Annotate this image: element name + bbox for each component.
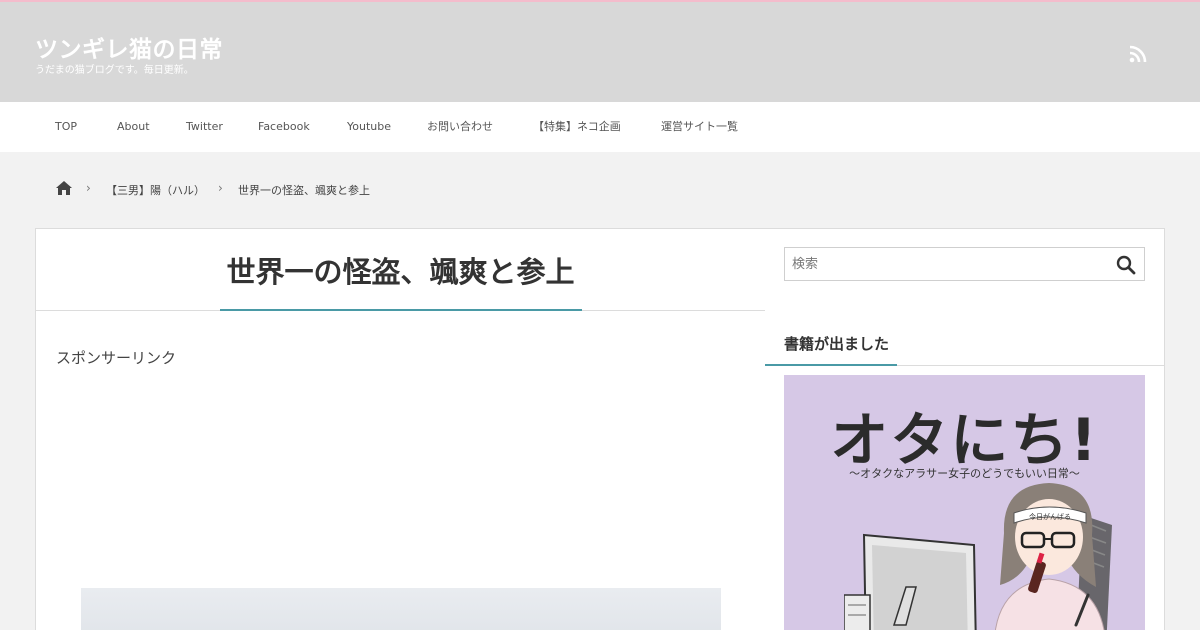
search-box bbox=[784, 247, 1145, 281]
sidebar: 書籍が出ました オタにち! 〜オタクなアラサー女子のどうでもいい日常〜 今日がん… bbox=[765, 228, 1165, 630]
post-title: 世界一の怪盗、颯爽と参上 bbox=[226, 255, 575, 289]
article: 世界一の怪盗、颯爽と参上 スポンサーリンク bbox=[35, 228, 766, 630]
breadcrumb-separator: › bbox=[218, 181, 223, 195]
site-title[interactable]: ツンギレ猫の日常 bbox=[35, 30, 223, 64]
search-input[interactable] bbox=[785, 248, 1105, 280]
rss-icon[interactable] bbox=[1128, 44, 1148, 64]
site-header: ツンギレ猫の日常 うだまの猫ブログです。毎日更新。 bbox=[0, 0, 1200, 102]
headband-text: 今日がんばる bbox=[1029, 512, 1071, 521]
global-nav: TOP About Twitter Facebook Youtube お問い合わ… bbox=[0, 102, 1200, 152]
widget-underline bbox=[765, 364, 897, 366]
book-cover[interactable]: オタにち! 〜オタクなアラサー女子のどうでもいい日常〜 今日がんばる bbox=[784, 375, 1145, 630]
nav-item-about[interactable]: About bbox=[117, 102, 150, 152]
nav-item-twitter[interactable]: Twitter bbox=[186, 102, 223, 152]
breadcrumb-category[interactable]: 【三男】陽（ハル） bbox=[106, 182, 205, 198]
site-description: うだまの猫ブログです。毎日更新。 bbox=[35, 65, 194, 76]
book-illustration: 今日がんばる bbox=[844, 483, 1112, 630]
nav-item-youtube[interactable]: Youtube bbox=[347, 102, 391, 152]
home-icon[interactable] bbox=[55, 180, 73, 196]
nav-item-feature[interactable]: 【特集】ネコ企画 bbox=[533, 102, 621, 152]
article-header: 世界一の怪盗、颯爽と参上 bbox=[36, 229, 765, 311]
breadcrumb-current: 世界一の怪盗、颯爽と参上 bbox=[238, 184, 370, 197]
search-icon[interactable] bbox=[1116, 255, 1136, 275]
sponsor-label: スポンサーリンク bbox=[56, 349, 177, 367]
nav-item-sites[interactable]: 運営サイト一覧 bbox=[661, 102, 738, 152]
widget-title: 書籍が出ました bbox=[784, 335, 890, 353]
title-underline bbox=[220, 309, 582, 311]
widget-header: 書籍が出ました bbox=[765, 326, 1164, 366]
nav-item-top[interactable]: TOP bbox=[55, 102, 77, 152]
post-image bbox=[81, 588, 721, 630]
nav-item-facebook[interactable]: Facebook bbox=[258, 102, 310, 152]
breadcrumb: › 【三男】陽（ハル） › 世界一の怪盗、颯爽と参上 bbox=[0, 178, 1200, 202]
nav-item-contact[interactable]: お問い合わせ bbox=[427, 102, 493, 152]
breadcrumb-separator: › bbox=[86, 181, 91, 195]
